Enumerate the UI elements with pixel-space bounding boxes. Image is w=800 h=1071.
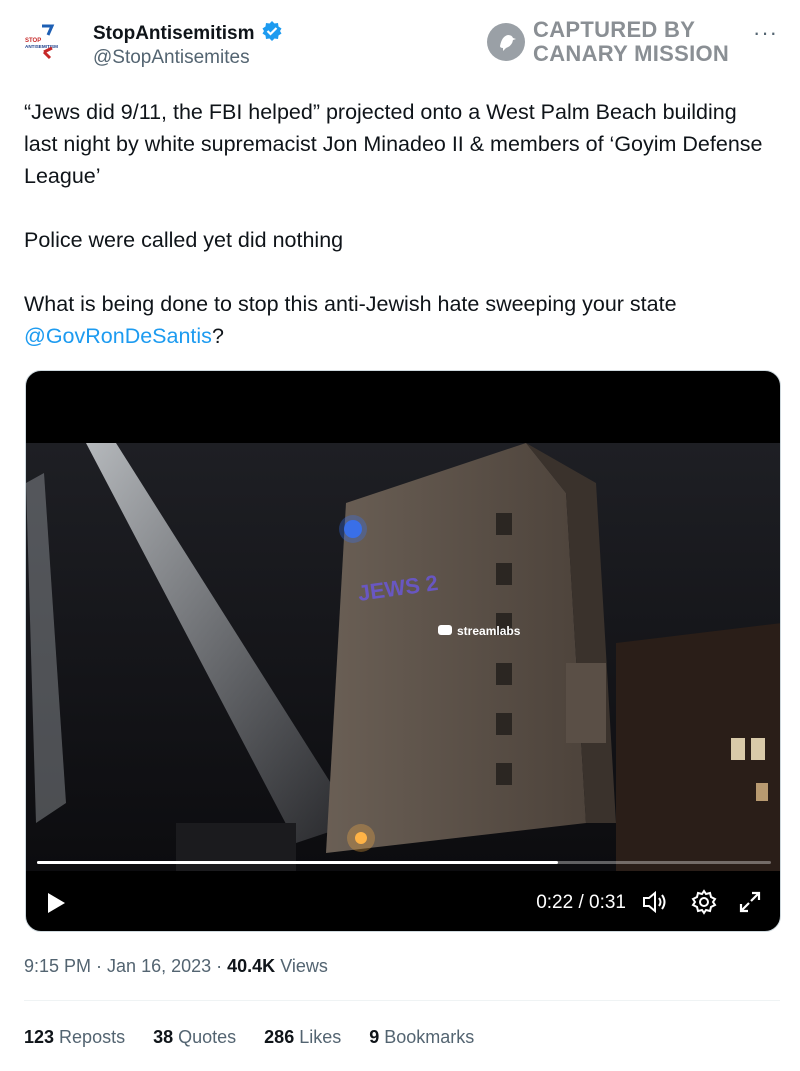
reposts-count: 123	[24, 1027, 55, 1047]
streamlabs-logo-icon	[438, 625, 452, 635]
bookmarks-stat[interactable]: 9 Bookmarks	[369, 1027, 474, 1048]
display-name-row[interactable]: StopAntisemitism	[93, 20, 283, 47]
watermark-line-2: CANARY MISSION	[533, 41, 730, 66]
tweet-meta: 9:15 PM · Jan 16, 2023 · 40.4K Views	[24, 956, 328, 976]
user-handle[interactable]: @StopAntisemites	[93, 47, 250, 69]
bookmarks-label: Bookmarks	[379, 1027, 475, 1047]
quotes-count: 38	[153, 1027, 174, 1047]
video-time: 0:22 / 0:31	[536, 892, 626, 913]
quotes-label: Quotes	[173, 1027, 237, 1047]
watermark-line-1: CAPTURED BY	[533, 17, 696, 42]
watermark: CAPTURED BY CANARY MISSION	[487, 18, 729, 66]
streamlabs-label: streamlabs	[457, 624, 521, 638]
tweet-paragraph-2: Police were called yet did nothing	[24, 228, 344, 252]
progress-fill	[37, 861, 559, 864]
divider	[24, 1000, 780, 1001]
volume-icon[interactable]	[640, 888, 668, 916]
reposts-label: Reposts	[54, 1027, 126, 1047]
more-options-icon[interactable]: ···	[753, 20, 778, 46]
quotes-stat[interactable]: 38 Quotes	[153, 1027, 236, 1048]
video-controls: 0:22 / 0:31	[26, 876, 780, 926]
tweet-time[interactable]: 9:15 PM	[24, 956, 91, 976]
likes-label: Likes	[294, 1027, 342, 1047]
tweet-text: “Jews did 9/11, the FBI helped” projecte…	[24, 96, 774, 352]
play-icon[interactable]	[44, 890, 68, 916]
fullscreen-icon[interactable]	[736, 888, 764, 916]
views-count: 40.4K	[227, 956, 276, 976]
bookmarks-count: 9	[369, 1027, 380, 1047]
progress-bar[interactable]	[37, 861, 771, 864]
avatar-text-bottom: ANTISEMITISM	[25, 44, 58, 49]
views-label: Views	[275, 956, 328, 976]
avatar[interactable]: STOP ANTISEMITISM	[22, 18, 70, 66]
tweet-header: STOP ANTISEMITISM StopAntisemitism @Stop…	[22, 18, 782, 74]
reposts-stat[interactable]: 123 Reposts	[24, 1027, 125, 1048]
verified-badge-icon	[261, 20, 283, 47]
tweet-paragraph-3: What is being done to stop this anti-Jew…	[24, 288, 774, 352]
settings-gear-icon[interactable]	[690, 888, 718, 916]
likes-stat[interactable]: 286 Likes	[264, 1027, 341, 1048]
canary-logo-icon	[487, 23, 525, 61]
tweet-paragraph-3-end: ?	[211, 324, 224, 348]
tweet-paragraph-3-text: What is being done to stop this anti-Jew…	[24, 292, 677, 316]
tweet-date[interactable]: Jan 16, 2023	[107, 956, 211, 976]
tweet-paragraph-1: “Jews did 9/11, the FBI helped” projecte…	[24, 100, 763, 188]
engagement-stats: 123 Reposts 38 Quotes 286 Likes 9 Bookma…	[24, 1027, 474, 1048]
mention-link[interactable]: @GovRonDeSantis	[24, 324, 212, 348]
display-name[interactable]: StopAntisemitism	[93, 23, 255, 45]
likes-count: 286	[264, 1027, 295, 1047]
video-player[interactable]: JEWS 2 streamlabs 0:22 / 0:31	[25, 370, 781, 932]
video-frame[interactable]: JEWS 2 streamlabs	[26, 443, 780, 871]
